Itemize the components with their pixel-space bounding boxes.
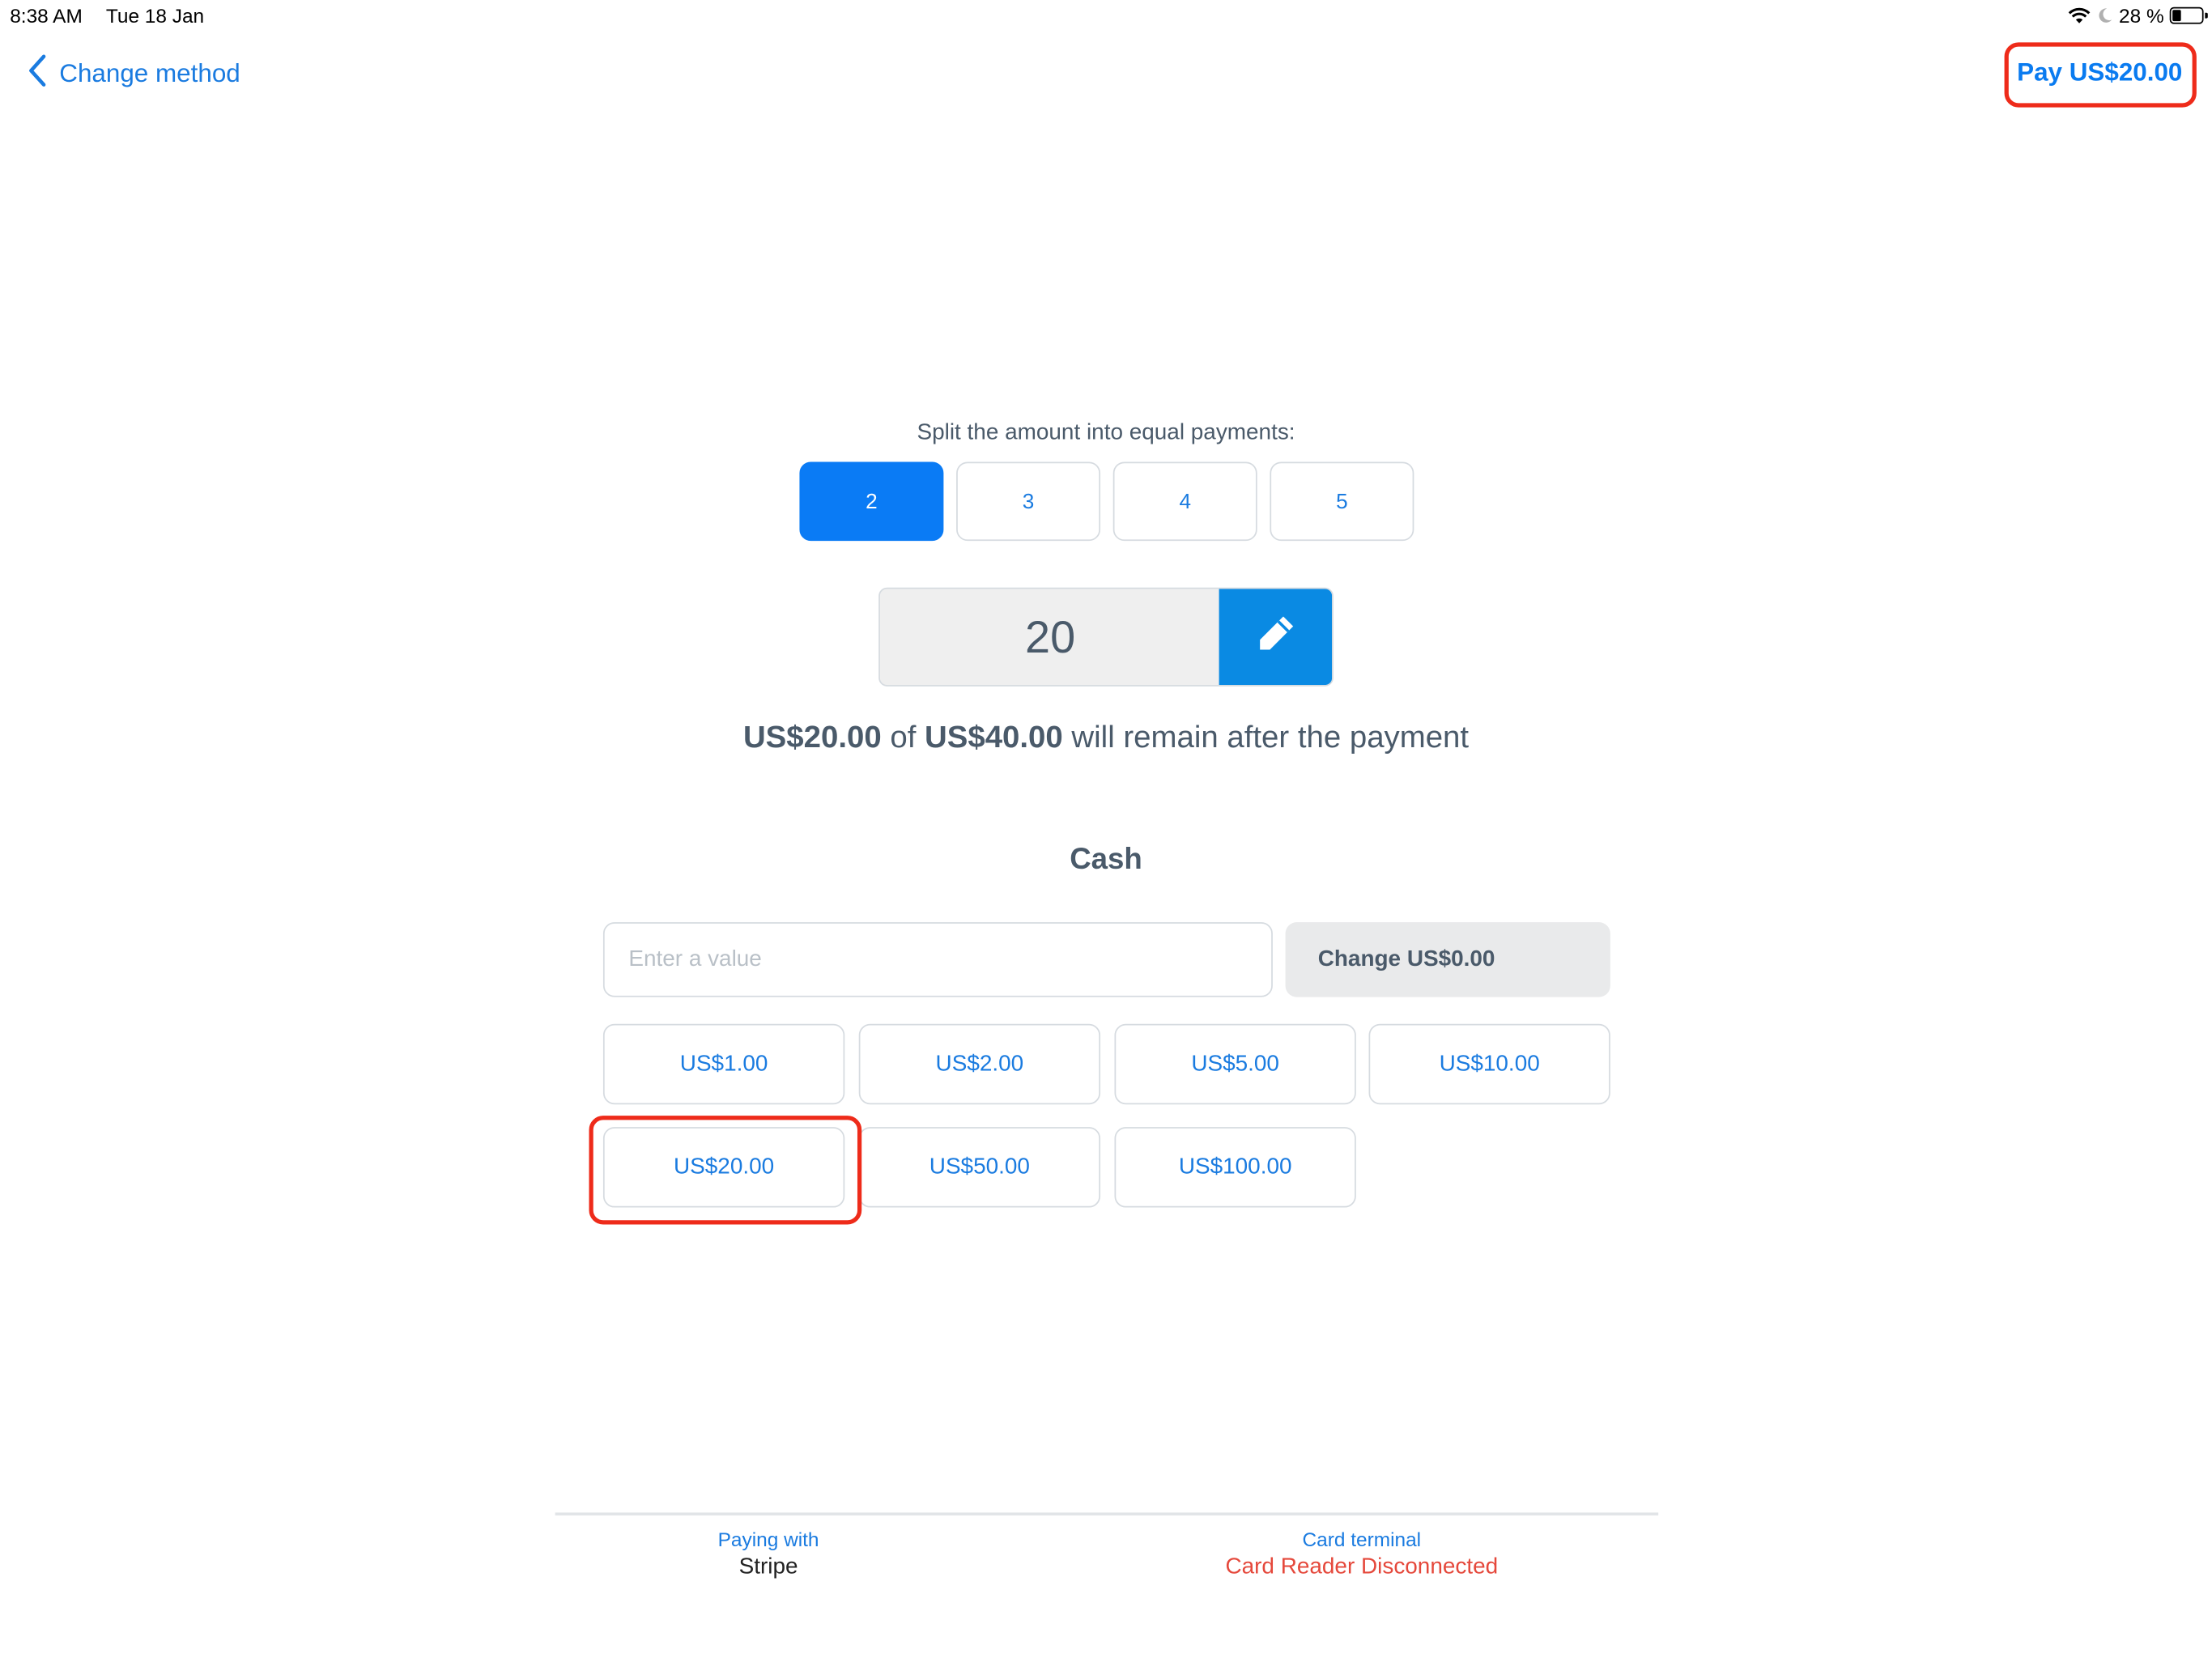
cash-value-input[interactable]	[602, 922, 1273, 997]
chevron-left-icon	[28, 53, 48, 95]
edit-amount-button[interactable]	[1219, 589, 1333, 686]
status-bar: 8:38 AM Tue 18 Jan 28 %	[0, 0, 2212, 34]
card-terminal-status: Card Reader Disconnected	[1225, 1554, 1499, 1579]
change-method-button[interactable]: Change method	[28, 53, 240, 95]
status-indicators: 28 %	[2068, 4, 2208, 28]
status-time: 8:38 AM	[10, 4, 83, 28]
split-option-5[interactable]: 5	[1270, 461, 1414, 542]
remaining-of-text: of	[881, 718, 925, 755]
cash-amount-10-button[interactable]: US$10.00	[1368, 1023, 1610, 1105]
card-terminal-label: Card terminal	[1302, 1528, 1422, 1551]
remaining-summary: US$20.00 of US$40.00 will remain after t…	[0, 719, 2212, 755]
split-option-2[interactable]: 2	[799, 461, 944, 542]
cash-title: Cash	[1070, 843, 1142, 876]
remaining-suffix: will remain after the payment	[1062, 718, 1470, 755]
total-amount: US$40.00	[925, 718, 1063, 755]
cash-amount-1-button[interactable]: US$1.00	[602, 1023, 845, 1105]
amount-value: 20	[1025, 610, 1076, 662]
cash-amount-2-button[interactable]: US$2.00	[858, 1023, 1101, 1105]
battery-percent: 28 %	[2119, 4, 2164, 28]
cash-amount-50-button[interactable]: US$50.00	[858, 1127, 1101, 1208]
card-terminal-info: Card terminal Card Reader Disconnected	[1121, 1528, 1602, 1581]
status-date: Tue 18 Jan	[105, 4, 205, 28]
moon-icon	[2096, 7, 2113, 24]
change-display: Change US$0.00	[1285, 922, 1610, 997]
pay-button-highlight	[2004, 42, 2197, 108]
amount-field: 20	[878, 587, 1334, 687]
remaining-amount: US$20.00	[742, 718, 882, 755]
app-screen: 8:38 AM Tue 18 Jan 28 % Change method Pa…	[0, 0, 2212, 1658]
paying-with-value: Stripe	[738, 1554, 798, 1579]
cash-amount-20-highlight	[589, 1116, 862, 1225]
cash-amount-100-button[interactable]: US$100.00	[1114, 1127, 1356, 1208]
split-label: Split the amount into equal payments:	[917, 420, 1295, 445]
wifi-icon	[2068, 7, 2091, 24]
battery-icon	[2169, 6, 2208, 24]
footer-divider	[555, 1512, 1659, 1516]
split-option-4[interactable]: 4	[1112, 461, 1257, 542]
paying-with-info: Paying with Stripe	[528, 1528, 1008, 1581]
split-option-3[interactable]: 3	[956, 461, 1101, 542]
paying-with-label: Paying with	[717, 1528, 819, 1551]
change-method-label: Change method	[59, 59, 240, 88]
cash-amount-5-button[interactable]: US$5.00	[1114, 1023, 1356, 1105]
pencil-icon	[1253, 610, 1298, 663]
